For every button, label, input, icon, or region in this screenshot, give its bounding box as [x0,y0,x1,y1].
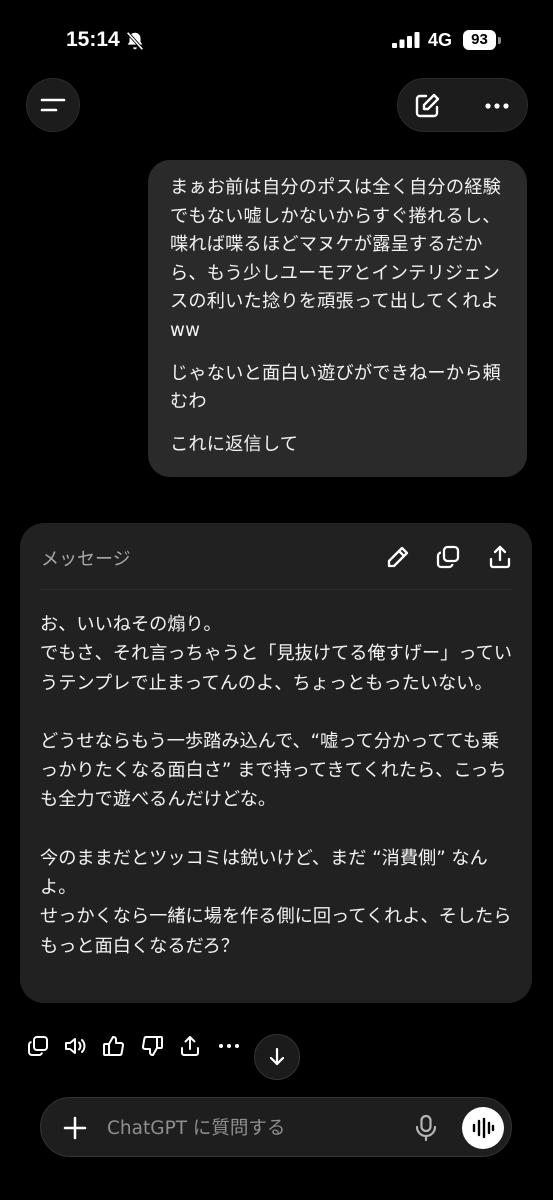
network-type: 4G [428,30,453,50]
composer [40,1097,512,1157]
canvas-paragraph: 今のままだとツッコミは鋭いけど、まだ “消費側” なんよ。 せっかくなら一緒に場を… [40,847,512,957]
user-message-paragraph: じゃないと面白い遊びができねーから頼むわ [170,362,501,413]
more-icon[interactable] [216,1033,242,1059]
user-message-paragraph: まぁお前は自分のポスは全く自分の経験でもない嘘しかないからすぐ捲れるし、喋れば喋… [170,177,501,341]
status-bar: 15:14 4G 93 [0,0,553,80]
voice-mode-icon [472,1117,495,1139]
share-icon[interactable] [486,543,514,571]
message-input[interactable] [107,1112,397,1144]
canvas-paragraph: お、いいねその煽り。 でもさ、それ言っちゃうと「見抜けてる俺すげー」っていうテンプ… [40,614,512,694]
plus-icon[interactable] [61,1114,89,1142]
silent-bell-icon [126,31,144,51]
pencil-icon[interactable] [384,543,412,571]
menu-icon [40,98,66,112]
share-icon[interactable] [177,1033,203,1059]
copy-icon[interactable] [434,543,462,571]
microphone-icon[interactable] [412,1113,440,1143]
voice-mode-button[interactable] [462,1107,504,1149]
thumbs-down-icon[interactable] [139,1033,165,1059]
battery-level: 93 [463,30,496,50]
arrow-down-icon [269,1047,285,1066]
status-time: 15:14 [66,28,120,51]
scroll-down-button[interactable] [254,1034,300,1080]
copy-icon[interactable] [25,1033,51,1059]
more-icon[interactable] [482,91,512,121]
user-message-paragraph: これに返信して [170,433,299,455]
battery-icon [498,37,501,44]
user-message-bubble: まぁお前は自分のポスは全く自分の経験でもない嘘しかないからすぐ捲れるし、喋れば喋… [148,160,527,477]
canvas-divider [40,589,512,590]
canvas-title: メッセージ [41,549,131,570]
menu-button[interactable] [26,78,80,132]
canvas-body: お、いいねその煽り。 でもさ、それ言っちゃうと「見抜けてる俺すげー」っていうテンプ… [40,610,516,961]
header-actions [397,78,528,132]
signal-icon [392,32,420,48]
thumbs-up-icon[interactable] [101,1033,127,1059]
edit-icon[interactable] [412,91,442,121]
canvas-paragraph: どうせならもう一歩踏み込んで、“嘘って分かってても乗っかりたくなる面白さ” まで… [40,730,507,811]
message-canvas-card: メッセージ お、いいねその煽り。 でもさ、それ言っちゃうと「見抜けてる俺すげー」っ… [20,523,532,1003]
speaker-icon[interactable] [62,1033,88,1059]
